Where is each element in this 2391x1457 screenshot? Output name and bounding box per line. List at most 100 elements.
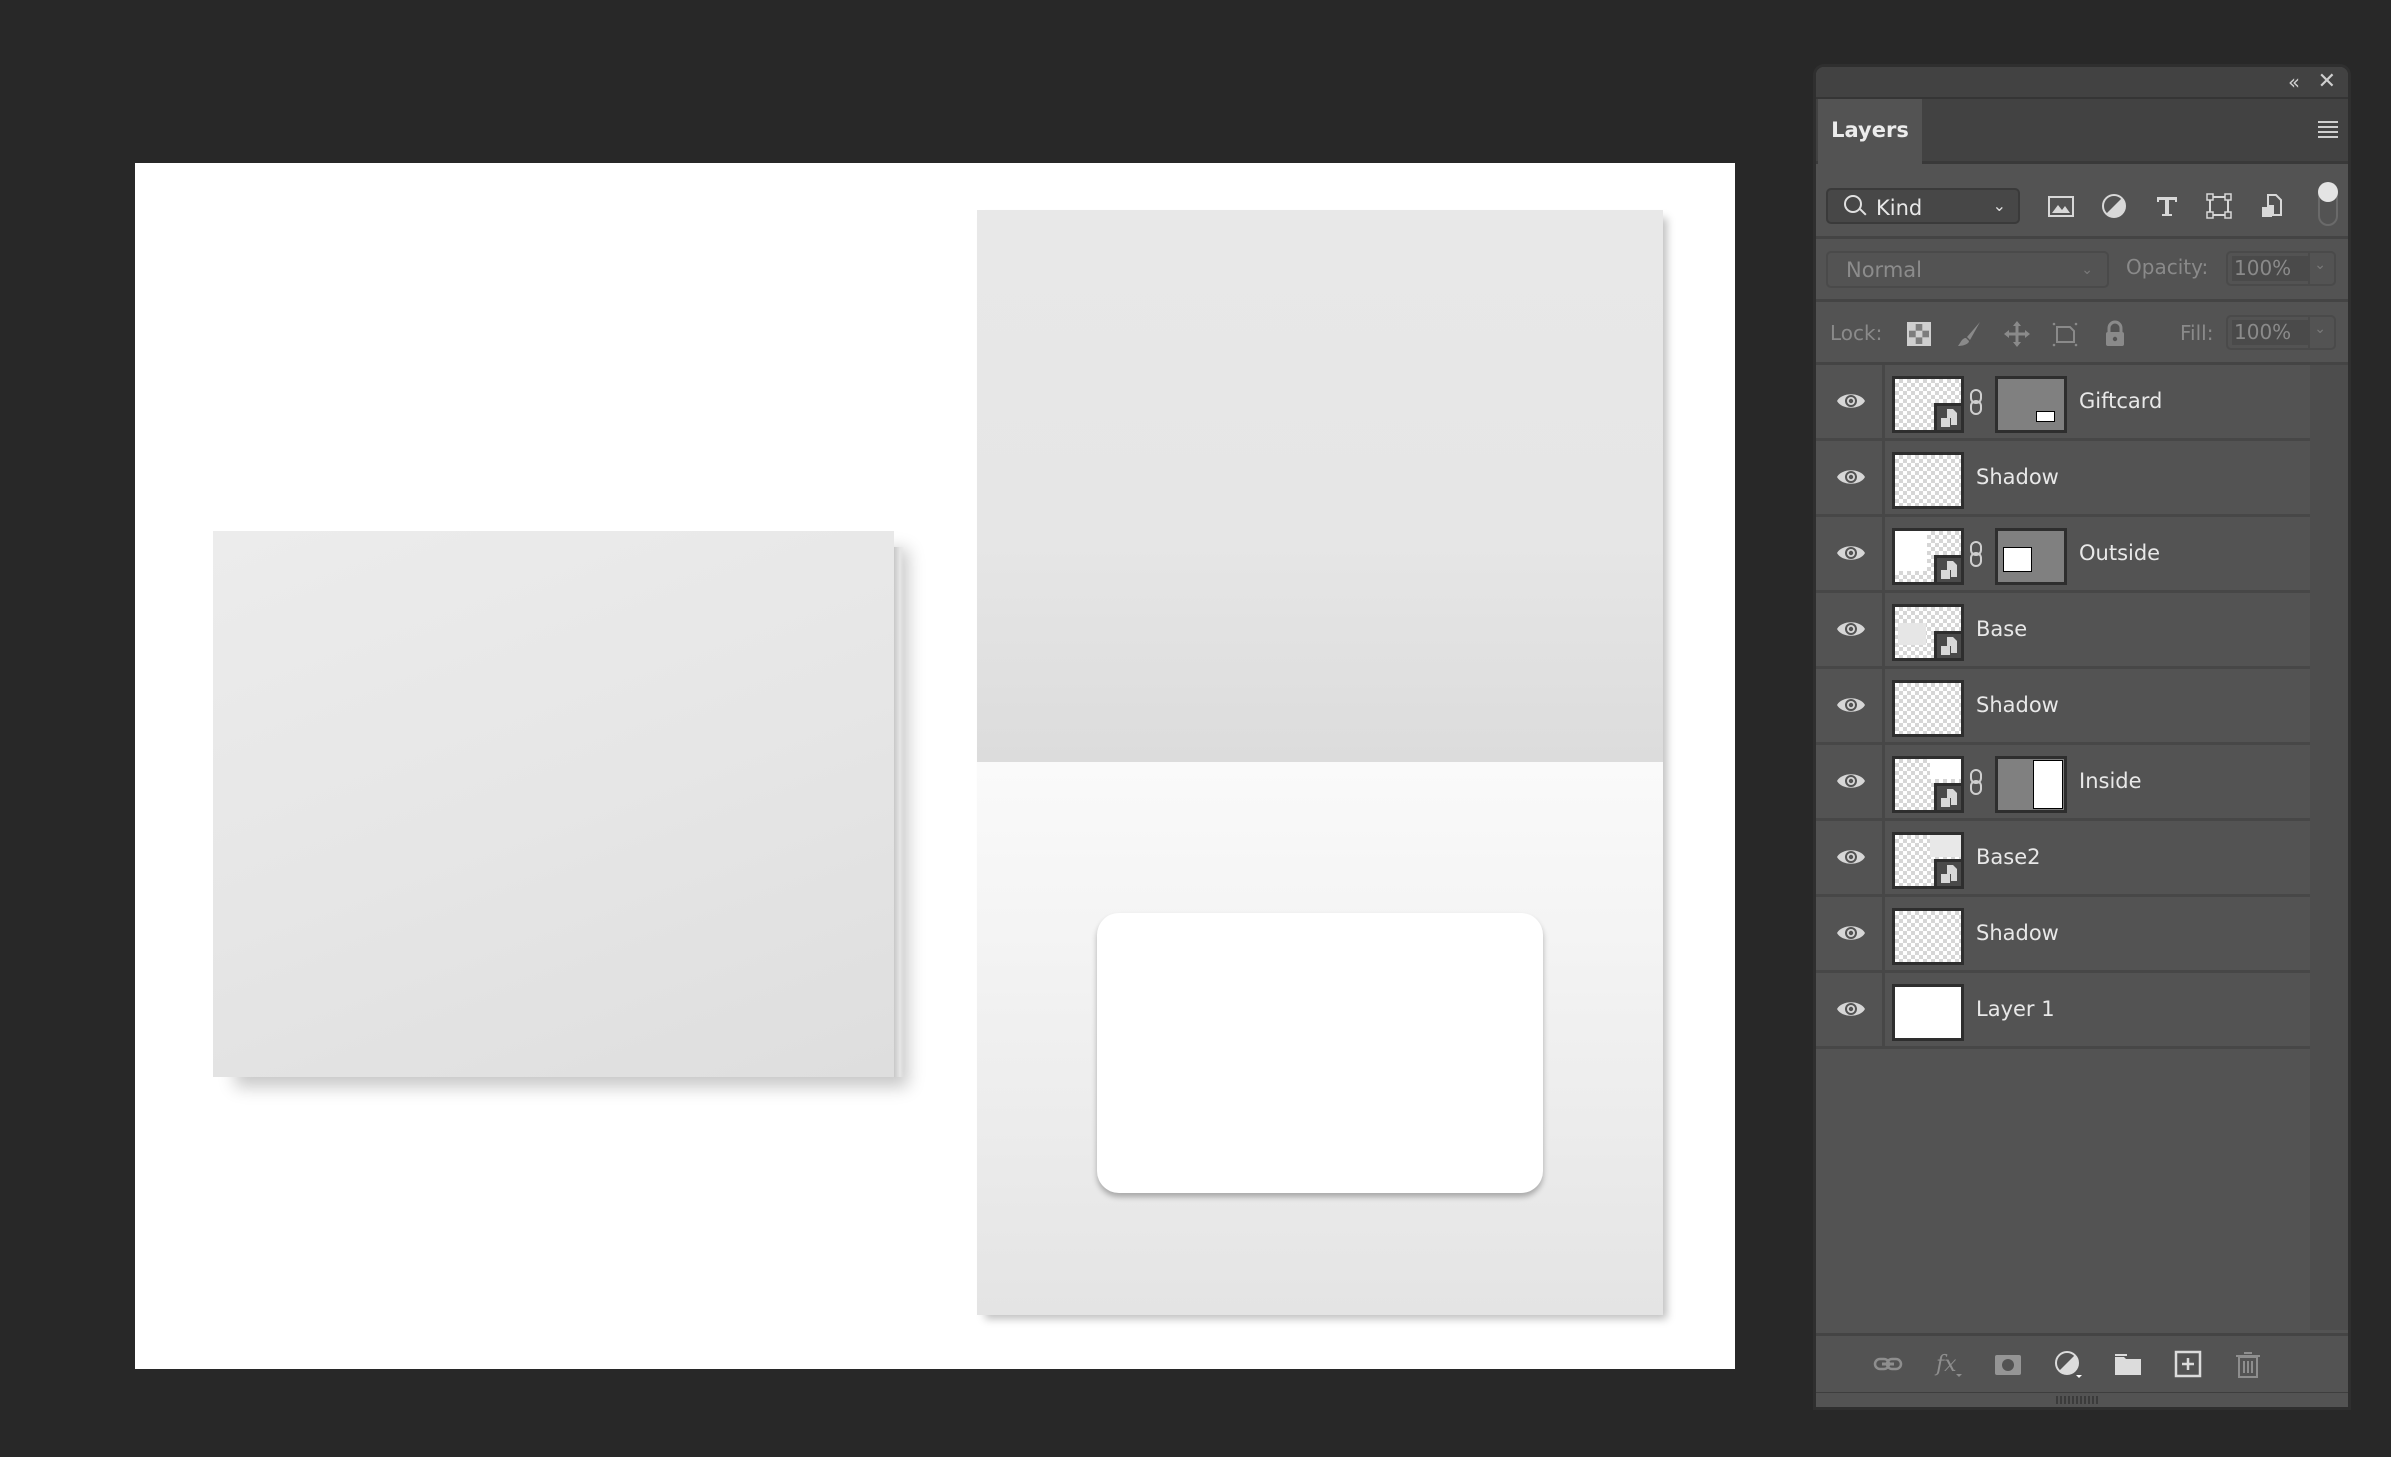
new-adjustment-layer-icon[interactable] bbox=[2052, 1349, 2084, 1379]
visibility-toggle[interactable] bbox=[1816, 973, 1885, 1046]
smart-object-badge-icon bbox=[1934, 631, 1964, 661]
eye-icon bbox=[1837, 622, 1865, 636]
layer-thumbnail bbox=[1892, 528, 1964, 585]
smart-object-badge-icon bbox=[1934, 859, 1964, 889]
layer-thumbnail bbox=[1892, 680, 1964, 737]
folded-card-front[interactable] bbox=[213, 531, 904, 1077]
eye-icon bbox=[1837, 470, 1865, 484]
hamburger-menu-icon[interactable] bbox=[2318, 121, 2338, 141]
fill-label: Fill: bbox=[2180, 321, 2214, 345]
layer-row[interactable]: Shadow bbox=[1816, 669, 2310, 745]
chevron-down-icon: ⌄ bbox=[2081, 262, 2093, 278]
layer-thumbnail bbox=[1892, 376, 1964, 433]
close-icon[interactable]: ✕ bbox=[2318, 69, 2336, 95]
visibility-toggle[interactable] bbox=[1816, 365, 1885, 438]
panel-footer: fx bbox=[1816, 1333, 2348, 1396]
eye-icon bbox=[1837, 774, 1865, 788]
layer-row[interactable]: Shadow bbox=[1816, 897, 2310, 973]
visibility-toggle[interactable] bbox=[1816, 745, 1885, 818]
layer-thumbnail bbox=[1892, 756, 1964, 813]
lock-all-icon[interactable] bbox=[2100, 319, 2130, 349]
opacity-field[interactable]: 100% ⌄ bbox=[2226, 251, 2336, 286]
chain-link-icon[interactable] bbox=[1968, 541, 1984, 567]
document-canvas[interactable] bbox=[135, 163, 1735, 1369]
layer-name: Shadow bbox=[1976, 693, 2059, 717]
search-icon bbox=[1844, 195, 1862, 213]
double-chevron-left-icon[interactable]: ‹‹ bbox=[2288, 69, 2300, 95]
lock-artboard-icon[interactable] bbox=[2050, 319, 2080, 349]
open-card-inside[interactable] bbox=[977, 210, 1663, 1315]
layer-list-scrollbar[interactable] bbox=[2310, 365, 2348, 1330]
lock-image-pixels-icon[interactable] bbox=[1954, 319, 1984, 349]
smart-object-badge-icon bbox=[1934, 403, 1964, 433]
eye-icon bbox=[1837, 698, 1865, 712]
filter-toggle-switch[interactable] bbox=[2318, 182, 2338, 226]
visibility-toggle[interactable] bbox=[1816, 593, 1885, 666]
layer-mask-thumbnail[interactable] bbox=[1995, 528, 2067, 585]
adjustment-filter-icon[interactable] bbox=[2096, 188, 2132, 224]
lock-label: Lock: bbox=[1830, 321, 1883, 345]
opacity-value: 100% bbox=[2232, 256, 2308, 281]
visibility-toggle[interactable] bbox=[1816, 821, 1885, 894]
layer-thumbnail bbox=[1892, 984, 1964, 1041]
layer-name: Base2 bbox=[1976, 845, 2041, 869]
layer-name: Base bbox=[1976, 617, 2028, 641]
visibility-toggle[interactable] bbox=[1816, 897, 1885, 970]
layer-row[interactable]: Base2 bbox=[1816, 821, 2310, 897]
chain-link-icon[interactable] bbox=[1968, 389, 1984, 415]
layer-row[interactable]: Outside bbox=[1816, 517, 2310, 593]
fx-icon[interactable]: fx bbox=[1932, 1349, 1964, 1379]
layer-mask-thumbnail[interactable] bbox=[1995, 756, 2067, 813]
panel-titlebar[interactable]: ‹‹ ✕ bbox=[1816, 67, 2348, 99]
add-mask-icon[interactable] bbox=[1992, 1349, 2024, 1379]
layer-row[interactable]: Shadow bbox=[1816, 441, 2310, 517]
link-layers-icon[interactable] bbox=[1872, 1349, 1904, 1379]
chevron-down-icon[interactable]: ⌄ bbox=[2314, 257, 2326, 273]
opacity-label: Opacity: bbox=[2126, 255, 2209, 279]
layer-row[interactable]: Inside bbox=[1816, 745, 2310, 821]
layer-mask-thumbnail[interactable] bbox=[1995, 376, 2067, 433]
layer-row[interactable]: Layer 1 bbox=[1816, 973, 2310, 1049]
fill-value: 100% bbox=[2232, 320, 2308, 345]
smart-object-badge-icon bbox=[1934, 783, 1964, 813]
eye-icon bbox=[1837, 926, 1865, 940]
blend-mode-value: Normal bbox=[1846, 258, 1922, 282]
lock-row: Lock: Fill: 100% ⌄ bbox=[1816, 302, 2348, 365]
fill-field[interactable]: 100% ⌄ bbox=[2226, 315, 2336, 350]
new-layer-icon[interactable] bbox=[2172, 1349, 2204, 1379]
shape-filter-icon[interactable] bbox=[2201, 188, 2237, 224]
smart-object-filter-icon[interactable] bbox=[2253, 188, 2289, 224]
giftcard-placeholder[interactable] bbox=[1097, 913, 1543, 1193]
eye-icon bbox=[1837, 546, 1865, 560]
delete-layer-icon[interactable] bbox=[2232, 1349, 2264, 1379]
eye-icon bbox=[1837, 850, 1865, 864]
layer-thumbnail bbox=[1892, 908, 1964, 965]
layer-name: Giftcard bbox=[2079, 389, 2163, 413]
filter-kind-dropdown[interactable]: Kind ⌄ bbox=[1826, 188, 2020, 224]
type-filter-icon[interactable] bbox=[2149, 188, 2185, 224]
eye-icon bbox=[1837, 394, 1865, 408]
layer-thumbnail bbox=[1892, 452, 1964, 509]
lock-transparent-pixels-icon[interactable] bbox=[1904, 319, 1934, 349]
tab-layers[interactable]: Layers bbox=[1818, 99, 1922, 164]
visibility-toggle[interactable] bbox=[1816, 517, 1885, 590]
svg-text:fx: fx bbox=[1934, 1352, 1957, 1377]
eye-icon bbox=[1837, 1002, 1865, 1016]
image-filter-icon[interactable] bbox=[2043, 188, 2079, 224]
chevron-down-icon: ⌄ bbox=[1992, 196, 2006, 215]
panel-resize-grip[interactable] bbox=[1816, 1393, 2348, 1407]
chain-link-icon[interactable] bbox=[1968, 769, 1984, 795]
lock-position-icon[interactable] bbox=[2002, 319, 2032, 349]
layer-row[interactable]: Base bbox=[1816, 593, 2310, 669]
visibility-toggle[interactable] bbox=[1816, 441, 1885, 514]
filter-kind-value: Kind bbox=[1876, 196, 1923, 220]
smart-object-badge-icon bbox=[1934, 555, 1964, 585]
layer-thumbnail bbox=[1892, 604, 1964, 661]
layer-list: Giftcard Shadow Outside Base Shadow Insi… bbox=[1816, 365, 2310, 1049]
blend-mode-dropdown[interactable]: Normal ⌄ bbox=[1826, 251, 2109, 288]
layer-name: Inside bbox=[2079, 769, 2142, 793]
new-group-icon[interactable] bbox=[2112, 1349, 2144, 1379]
chevron-down-icon[interactable]: ⌄ bbox=[2314, 321, 2326, 337]
visibility-toggle[interactable] bbox=[1816, 669, 1885, 742]
layer-row[interactable]: Giftcard bbox=[1816, 365, 2310, 441]
